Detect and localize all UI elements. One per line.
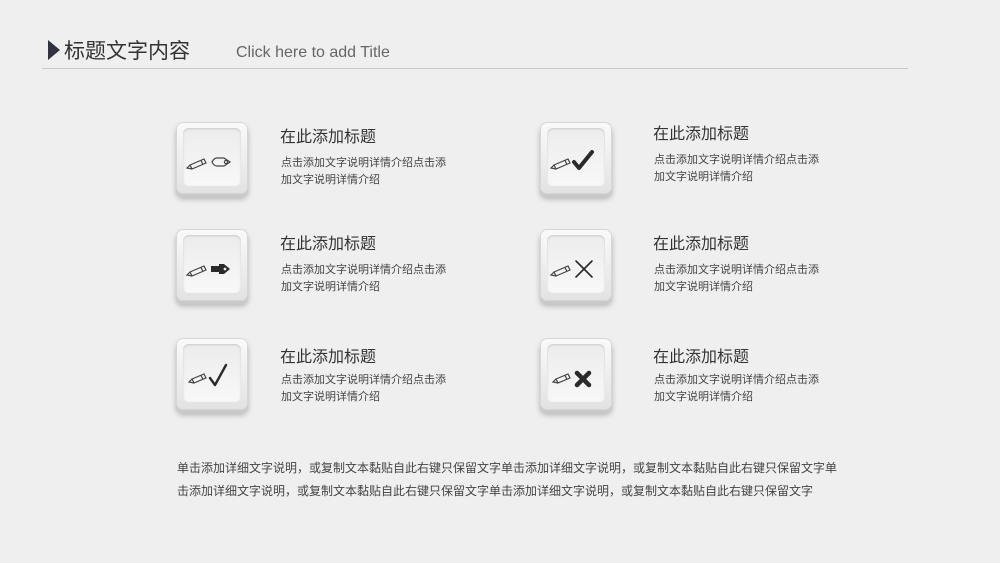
item-title: 在此添加标题 xyxy=(280,347,377,366)
item-description: 点击添加文字说明详情介绍点击添加文字说明详情介绍 xyxy=(654,263,819,293)
item-description: 点击添加文字说明详情介绍点击添加文字说明详情介绍 xyxy=(654,373,819,403)
feature-item-4: 在此添加标题 点击添加文字说明详情介绍点击添加文字说明详情介绍 xyxy=(540,229,870,309)
key-button[interactable] xyxy=(176,122,248,194)
feature-item-2: 在此添加标题 点击添加文字说明详情介绍点击添加文字说明详情介绍 xyxy=(540,122,870,202)
page-subtitle[interactable]: Click here to add Title xyxy=(236,44,390,62)
pencil-pen-nib-icon xyxy=(185,157,232,170)
item-title: 在此添加标题 xyxy=(653,124,750,143)
pencil-x-bold-icon xyxy=(551,370,592,388)
key-button[interactable] xyxy=(176,338,248,410)
key-button[interactable] xyxy=(540,338,612,410)
feature-item-5: 在此添加标题 点击添加文字说明详情介绍点击添加文字说明详情介绍 xyxy=(176,338,506,418)
pencil-cross-icon xyxy=(549,260,593,278)
title-arrow-icon xyxy=(48,40,60,60)
header: 标题文字内容 Click here to add Title xyxy=(0,0,1000,70)
pencil-check-icon xyxy=(187,363,228,387)
feature-item-1: 在此添加标题 点击添加文字说明详情介绍点击添加文字说明详情介绍 xyxy=(176,122,506,202)
item-title: 在此添加标题 xyxy=(280,127,377,146)
pencil-pen-filled-icon xyxy=(185,264,230,277)
item-title: 在此添加标题 xyxy=(653,234,750,253)
pencil-check-bold-icon xyxy=(549,150,594,170)
key-button[interactable] xyxy=(540,229,612,301)
item-description: 点击添加文字说明详情介绍点击添加文字说明详情介绍 xyxy=(281,263,446,293)
item-description: 点击添加文字说明详情介绍点击添加文字说明详情介绍 xyxy=(281,156,446,186)
item-title: 在此添加标题 xyxy=(653,347,750,366)
key-button[interactable] xyxy=(176,229,248,301)
page-title: 标题文字内容 xyxy=(64,39,190,63)
item-description: 点击添加文字说明详情介绍点击添加文字说明详情介绍 xyxy=(281,373,446,403)
feature-item-3: 在此添加标题 点击添加文字说明详情介绍点击添加文字说明详情介绍 xyxy=(176,229,506,309)
footer-description: 单击添加详细文字说明，或复制文本黏贴自此右键只保留文字单击添加详细文字说明，或复… xyxy=(177,461,838,498)
item-title: 在此添加标题 xyxy=(280,234,377,253)
header-divider xyxy=(42,68,908,69)
item-description: 点击添加文字说明详情介绍点击添加文字说明详情介绍 xyxy=(654,153,819,183)
key-button[interactable] xyxy=(540,122,612,194)
feature-item-6: 在此添加标题 点击添加文字说明详情介绍点击添加文字说明详情介绍 xyxy=(540,338,870,418)
